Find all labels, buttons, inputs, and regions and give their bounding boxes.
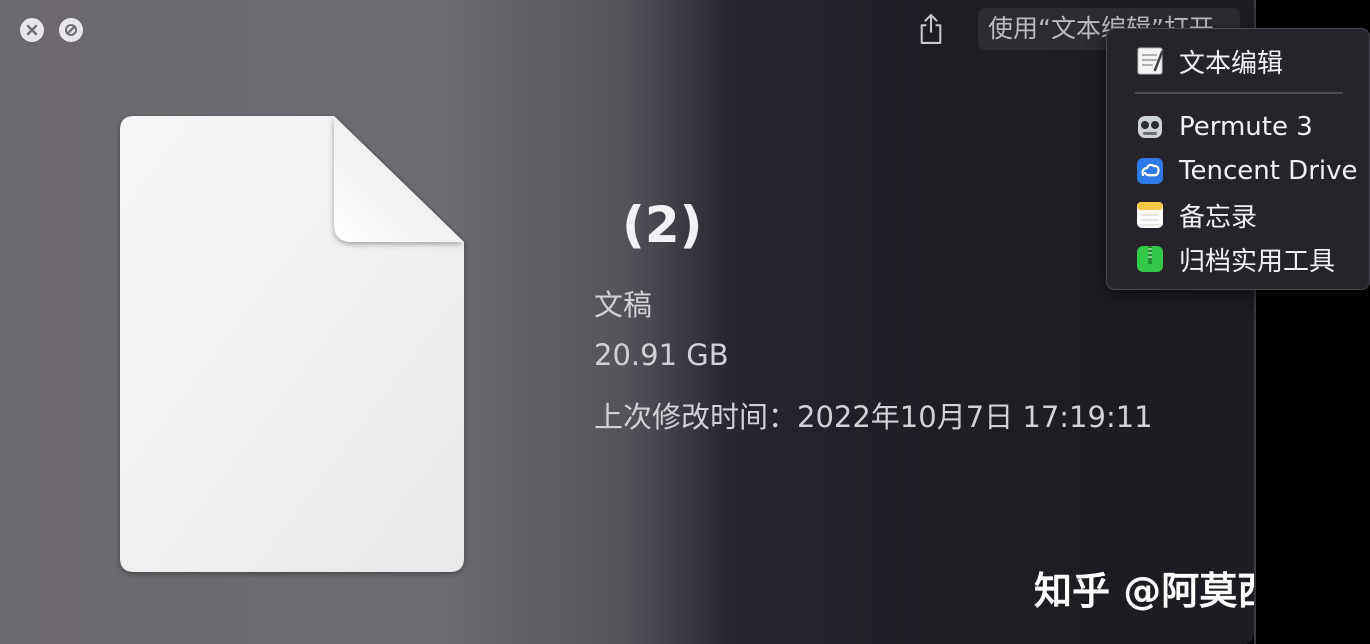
menu-item-label: 归档实用工具	[1179, 246, 1336, 277]
archive-utility-icon	[1137, 246, 1163, 272]
menu-item-archive-utility[interactable]: 归档实用工具	[1107, 239, 1369, 279]
no-entry-icon	[65, 24, 77, 36]
share-icon	[920, 14, 942, 44]
notes-icon	[1137, 202, 1163, 228]
menu-item-notes[interactable]: 备忘录	[1107, 195, 1369, 235]
menu-item-permute[interactable]: Permute 3	[1107, 107, 1369, 147]
textedit-icon	[1137, 47, 1164, 75]
file-size: 20.91 GB	[594, 338, 729, 372]
menu-item-label: Tencent Drive	[1179, 156, 1358, 186]
menu-item-textedit[interactable]: 文本编辑	[1107, 41, 1369, 81]
menu-item-label: Permute 3	[1179, 112, 1313, 142]
file-modified: 上次修改时间：2022年10月7日 17:19:11	[594, 400, 1153, 434]
watermark: 知乎 @阿莫西林	[1034, 569, 1254, 613]
permute-icon	[1138, 116, 1162, 138]
close-button[interactable]	[20, 18, 44, 42]
open-with-menu: 文本编辑 Permute 3 Tencent Drive 备忘录 归档实用工具	[1106, 28, 1370, 290]
menu-item-label: 文本编辑	[1179, 48, 1284, 79]
close-icon	[26, 24, 38, 36]
document-icon	[120, 116, 464, 572]
menu-item-label: 备忘录	[1179, 202, 1258, 233]
fullscreen-button[interactable]	[59, 18, 83, 42]
tencent-drive-icon	[1137, 158, 1163, 184]
file-name: (2)	[622, 196, 703, 254]
menu-item-tencent-drive[interactable]: Tencent Drive	[1107, 151, 1369, 191]
share-button[interactable]	[914, 10, 948, 48]
file-kind: 文稿	[594, 288, 653, 322]
menu-separator	[1135, 92, 1343, 94]
quicklook-window: 使用“文本编辑”打开 (2) 文稿 20.91 GB 上次修改时间：2022年1…	[0, 0, 1254, 644]
